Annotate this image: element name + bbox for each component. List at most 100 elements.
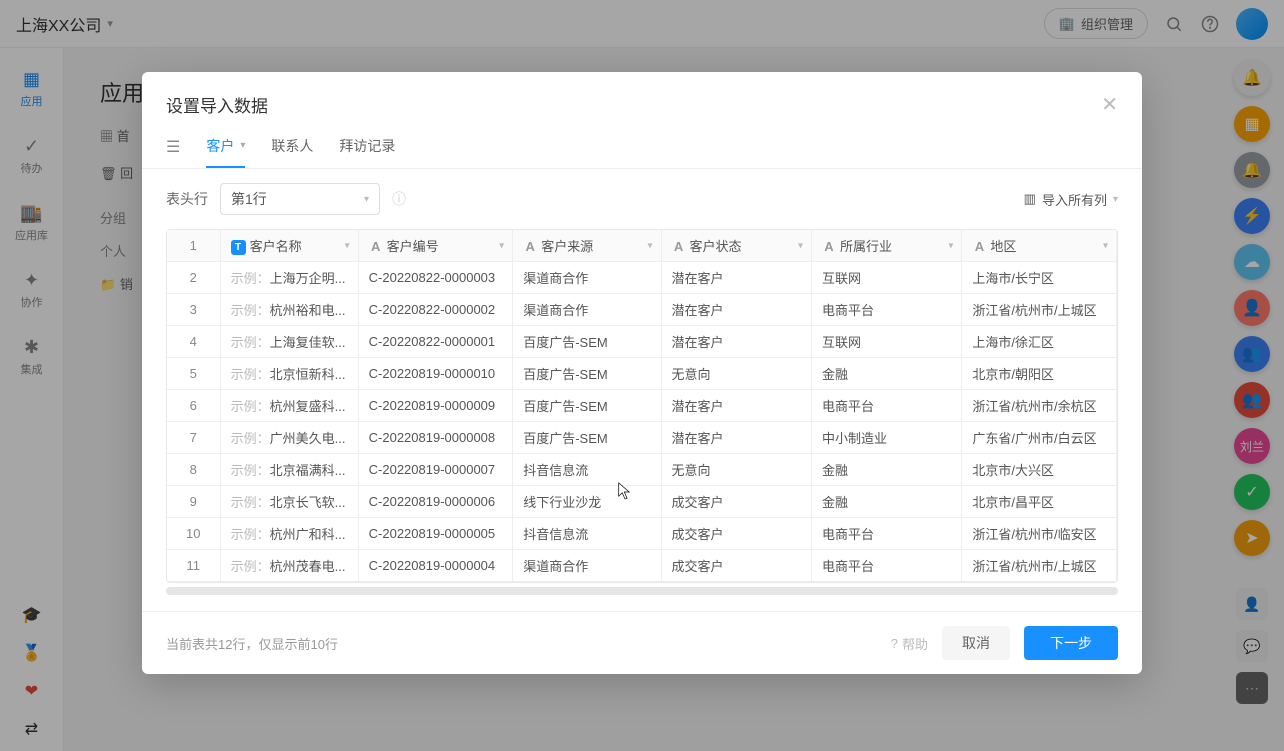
cancel-button[interactable]: 取消 bbox=[942, 626, 1010, 660]
cell-code: C-20220819-0000005 bbox=[359, 518, 514, 550]
chevron-down-icon: ▾ bbox=[240, 140, 245, 151]
col-status-header[interactable]: A客户状态▾ bbox=[662, 230, 812, 262]
cell-status: 成交客户 bbox=[662, 486, 812, 518]
row-index: 9 bbox=[167, 486, 221, 518]
cell-source: 百度广告-SEM bbox=[513, 390, 661, 422]
cell-status: 潜在客户 bbox=[662, 262, 812, 294]
cell-code: C-20220819-0000008 bbox=[359, 422, 514, 454]
tab-customer[interactable]: 客户 ▾ bbox=[206, 125, 245, 168]
cell-industry: 互联网 bbox=[812, 262, 962, 294]
close-icon[interactable]: ✕ bbox=[1101, 92, 1118, 117]
cell-source: 渠道商合作 bbox=[513, 294, 661, 326]
cell-industry: 电商平台 bbox=[812, 550, 962, 582]
cell-code: C-20220822-0000002 bbox=[359, 294, 514, 326]
cell-industry: 金融 bbox=[812, 454, 962, 486]
columns-icon: ▥ bbox=[1024, 191, 1036, 207]
table-header-row: 1 T客户名称▾ A客户编号▾ A客户来源▾ A客户状态▾ A所属行业▾ A地区… bbox=[167, 230, 1117, 262]
cell-industry: 互联网 bbox=[812, 326, 962, 358]
row-index: 10 bbox=[167, 518, 221, 550]
cell-status: 无意向 bbox=[662, 358, 812, 390]
cell-region: 浙江省/杭州市/上城区 bbox=[962, 294, 1117, 326]
footer-row-count: 当前表共12行，仅显示前10行 bbox=[166, 634, 338, 653]
cell-code: C-20220819-0000010 bbox=[359, 358, 514, 390]
cell-status: 潜在客户 bbox=[662, 294, 812, 326]
col-code-header[interactable]: A客户编号▾ bbox=[359, 230, 514, 262]
header-row-select[interactable]: 第1行 ▾ bbox=[220, 183, 380, 215]
table-row[interactable]: 8示例：北京福满科...C-20220819-0000007抖音信息流无意向金融… bbox=[167, 454, 1117, 486]
cell-name: 示例：北京福满科... bbox=[221, 454, 359, 486]
table-row[interactable]: 11示例：杭州茂春电...C-20220819-0000004渠道商合作成交客户… bbox=[167, 550, 1117, 582]
cell-status: 成交客户 bbox=[662, 518, 812, 550]
col-region-header[interactable]: A地区▾ bbox=[962, 230, 1117, 262]
chevron-down-icon: ▾ bbox=[364, 194, 369, 205]
cell-region: 浙江省/杭州市/临安区 bbox=[962, 518, 1117, 550]
cell-industry: 金融 bbox=[812, 358, 962, 390]
horizontal-scrollbar[interactable] bbox=[166, 587, 1118, 595]
col-source-header[interactable]: A客户来源▾ bbox=[513, 230, 661, 262]
cell-name: 示例：杭州茂春电... bbox=[221, 550, 359, 582]
question-icon: ? bbox=[891, 636, 898, 651]
cell-industry: 电商平台 bbox=[812, 518, 962, 550]
cell-code: C-20220819-0000009 bbox=[359, 390, 514, 422]
cell-region: 北京市/昌平区 bbox=[962, 486, 1117, 518]
cell-status: 潜在客户 bbox=[662, 422, 812, 454]
cell-source: 百度广告-SEM bbox=[513, 326, 661, 358]
row-index: 8 bbox=[167, 454, 221, 486]
cell-source: 百度广告-SEM bbox=[513, 422, 661, 454]
cell-industry: 中小制造业 bbox=[812, 422, 962, 454]
cell-source: 百度广告-SEM bbox=[513, 358, 661, 390]
cell-name: 示例：上海万企明... bbox=[221, 262, 359, 294]
cell-code: C-20220819-0000007 bbox=[359, 454, 514, 486]
menu-icon[interactable]: ☰ bbox=[166, 137, 180, 157]
next-button[interactable]: 下一步 bbox=[1024, 626, 1118, 660]
cell-status: 成交客户 bbox=[662, 550, 812, 582]
table-row[interactable]: 9示例：北京长飞软...C-20220819-0000006线下行业沙龙成交客户… bbox=[167, 486, 1117, 518]
help-link[interactable]: ? 帮助 bbox=[891, 634, 928, 653]
chevron-down-icon: ▾ bbox=[1113, 194, 1118, 205]
cell-region: 上海市/徐汇区 bbox=[962, 326, 1117, 358]
col-industry-header[interactable]: A所属行业▾ bbox=[812, 230, 962, 262]
cell-status: 潜在客户 bbox=[662, 390, 812, 422]
table-row[interactable]: 7示例：广州美久电...C-20220819-0000008百度广告-SEM潜在… bbox=[167, 422, 1117, 454]
cell-name: 示例：杭州裕和电... bbox=[221, 294, 359, 326]
cell-status: 无意向 bbox=[662, 454, 812, 486]
cell-name: 示例：杭州广和科... bbox=[221, 518, 359, 550]
table-row[interactable]: 6示例：杭州复盛科...C-20220819-0000009百度广告-SEM潜在… bbox=[167, 390, 1117, 422]
table-row[interactable]: 4示例：上海复佳软...C-20220822-0000001百度广告-SEM潜在… bbox=[167, 326, 1117, 358]
row-index: 2 bbox=[167, 262, 221, 294]
cell-source: 渠道商合作 bbox=[513, 550, 661, 582]
cell-name: 示例：北京长飞软... bbox=[221, 486, 359, 518]
cell-name: 示例：上海复佳软... bbox=[221, 326, 359, 358]
tab-visit[interactable]: 拜访记录 bbox=[339, 125, 395, 168]
cell-source: 抖音信息流 bbox=[513, 454, 661, 486]
cell-source: 抖音信息流 bbox=[513, 518, 661, 550]
cell-name: 示例：北京恒新科... bbox=[221, 358, 359, 390]
cell-source: 渠道商合作 bbox=[513, 262, 661, 294]
import-all-columns[interactable]: ▥ 导入所有列 ▾ bbox=[1024, 190, 1118, 209]
cell-name: 示例：杭州复盛科... bbox=[221, 390, 359, 422]
cell-region: 广东省/广州市/白云区 bbox=[962, 422, 1117, 454]
table-row[interactable]: 3示例：杭州裕和电...C-20220822-0000002渠道商合作潜在客户电… bbox=[167, 294, 1117, 326]
cell-region: 北京市/大兴区 bbox=[962, 454, 1117, 486]
info-icon[interactable]: ⓘ bbox=[392, 189, 406, 209]
cell-status: 潜在客户 bbox=[662, 326, 812, 358]
table-row[interactable]: 10示例：杭州广和科...C-20220819-0000005抖音信息流成交客户… bbox=[167, 518, 1117, 550]
cell-region: 北京市/朝阳区 bbox=[962, 358, 1117, 390]
col-index-header: 1 bbox=[167, 230, 221, 262]
cell-code: C-20220819-0000006 bbox=[359, 486, 514, 518]
row-index: 11 bbox=[167, 550, 221, 582]
cell-region: 上海市/长宁区 bbox=[962, 262, 1117, 294]
table-row[interactable]: 2示例：上海万企明...C-20220822-0000003渠道商合作潜在客户互… bbox=[167, 262, 1117, 294]
row-index: 5 bbox=[167, 358, 221, 390]
select-value: 第1行 bbox=[231, 189, 267, 209]
header-row-label: 表头行 bbox=[166, 189, 208, 209]
cell-industry: 电商平台 bbox=[812, 390, 962, 422]
cell-name: 示例：广州美久电... bbox=[221, 422, 359, 454]
cell-industry: 金融 bbox=[812, 486, 962, 518]
col-name-header[interactable]: T客户名称▾ bbox=[221, 230, 359, 262]
cell-industry: 电商平台 bbox=[812, 294, 962, 326]
cell-code: C-20220819-0000004 bbox=[359, 550, 514, 582]
tab-contact[interactable]: 联系人 bbox=[271, 125, 313, 168]
row-index: 4 bbox=[167, 326, 221, 358]
table-row[interactable]: 5示例：北京恒新科...C-20220819-0000010百度广告-SEM无意… bbox=[167, 358, 1117, 390]
